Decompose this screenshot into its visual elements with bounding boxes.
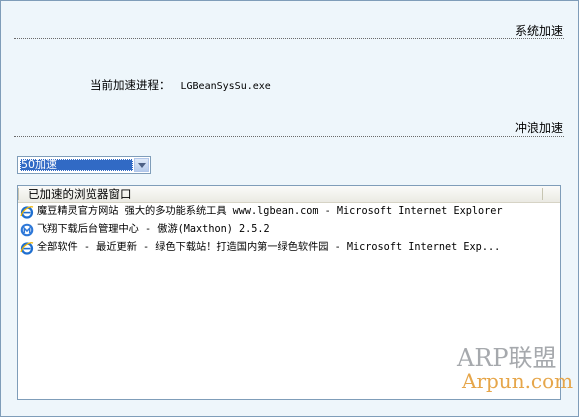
list-item[interactable]: 飞翔下载后台管理中心 - 傲游(Maxthon) 2.5.2 <box>18 221 560 239</box>
section-title-surf-accel: 冲浪加速 <box>514 121 563 135</box>
maxthon-icon <box>20 223 34 237</box>
accel-level-select[interactable]: 50加速 <box>17 156 151 174</box>
list-item-text: 飞翔下载后台管理中心 - 傲游(Maxthon) 2.5.2 <box>37 224 270 235</box>
section-title-system-accel: 系统加速 <box>514 24 563 38</box>
list-header[interactable]: 已加速的浏览器窗口 <box>18 186 560 203</box>
accel-level-selected: 50加速 <box>20 159 133 171</box>
list-item-text: 魔豆精灵官方网站 强大的多功能系统工具 www.lgbean.com - Mic… <box>37 206 503 217</box>
column-separator <box>18 188 19 200</box>
column-separator <box>542 188 543 200</box>
divider <box>14 38 564 39</box>
current-process-row: 当前加速进程： LGBeanSysSu.exe <box>90 77 271 93</box>
list-item[interactable]: 魔豆精灵官方网站 强大的多功能系统工具 www.lgbean.com - Mic… <box>18 203 560 221</box>
current-process-label: 当前加速进程： <box>90 78 171 92</box>
list-item[interactable]: 全部软件 - 最近更新 - 绿色下载站！打造国内第一绿色软件园 - Micros… <box>18 239 560 257</box>
list-item-text: 全部软件 - 最近更新 - 绿色下载站！打造国内第一绿色软件园 - Micros… <box>37 242 501 253</box>
current-process-value: LGBeanSysSu.exe <box>180 81 271 92</box>
watermark-title: ARP联盟 <box>457 344 557 372</box>
chevron-down-icon[interactable] <box>134 158 149 172</box>
ie-icon <box>20 206 34 219</box>
divider <box>14 136 564 137</box>
column-header-browser-windows[interactable]: 已加速的浏览器窗口 <box>28 186 132 202</box>
ie-icon <box>20 242 34 255</box>
watermark-url: Arpun.com <box>462 369 574 393</box>
